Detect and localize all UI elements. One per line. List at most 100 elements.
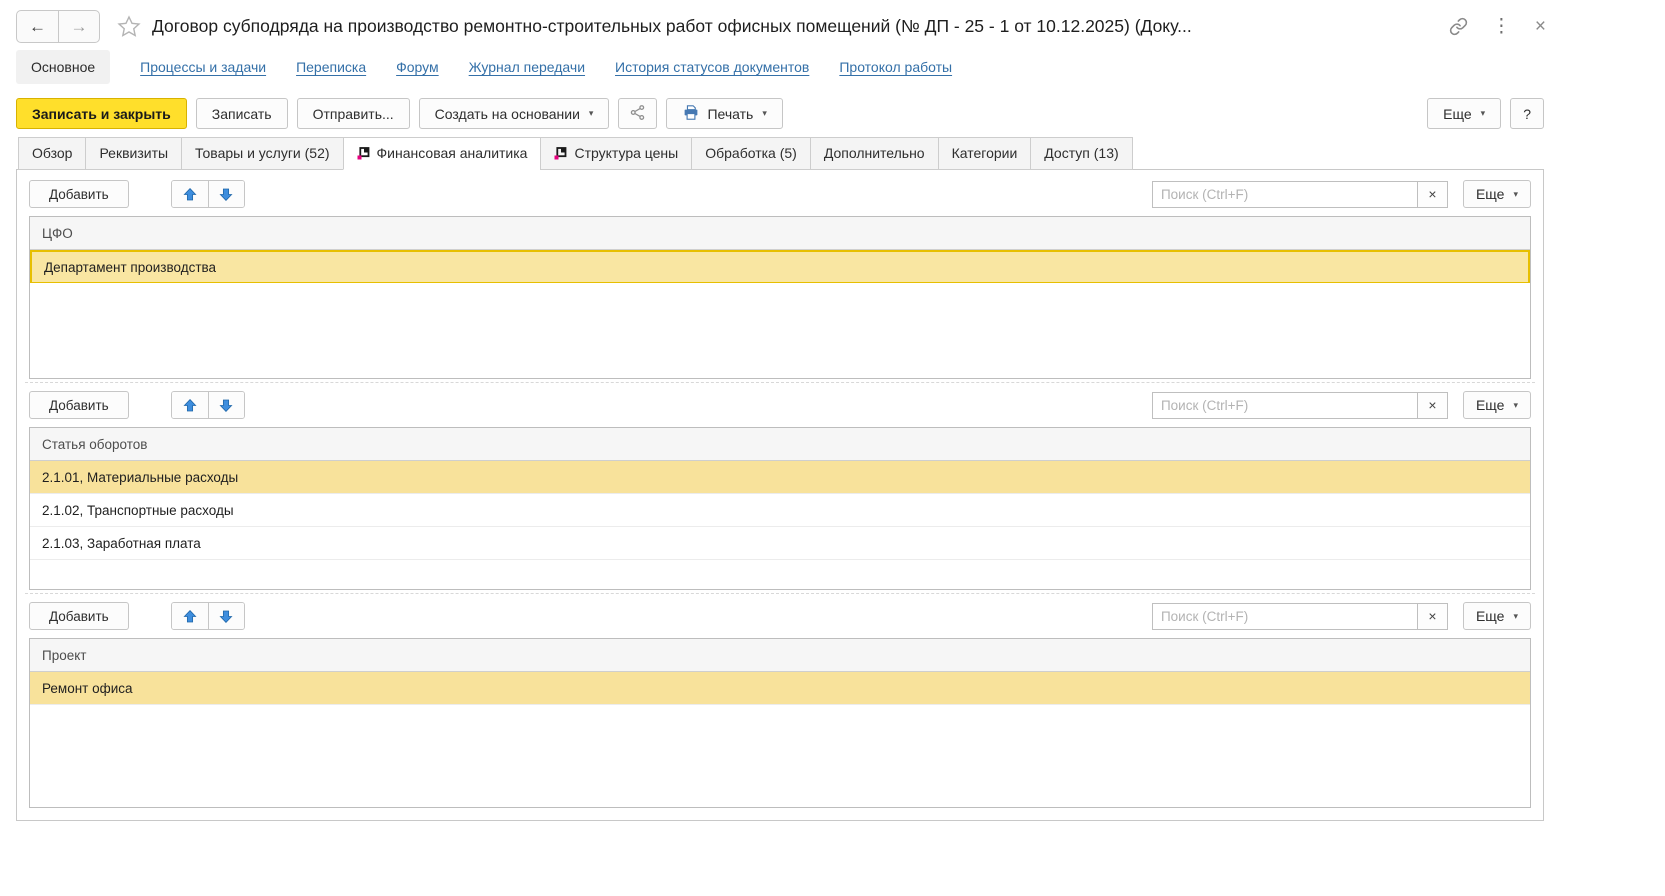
table-row[interactable]: Ремонт офиса xyxy=(30,672,1530,705)
reorder-buttons xyxy=(171,180,245,208)
table-body: Ремонт офиса xyxy=(30,672,1530,807)
get-link-button[interactable] xyxy=(1449,17,1468,36)
printer-icon xyxy=(682,104,700,124)
nav-item-main[interactable]: Основное xyxy=(16,50,110,84)
nav-link-correspondence[interactable]: Переписка xyxy=(296,59,366,75)
more-label: Еще xyxy=(1476,608,1505,624)
link-chain-icon xyxy=(1449,24,1468,39)
tab-label: Реквизиты xyxy=(99,145,168,161)
move-down-button[interactable] xyxy=(208,392,244,418)
move-up-button[interactable] xyxy=(172,392,208,418)
chevron-down-icon: ▾ xyxy=(589,108,594,119)
search-box: × xyxy=(1152,603,1448,630)
chevron-down-icon: ▾ xyxy=(1513,189,1518,200)
more-label: Еще xyxy=(1476,186,1505,202)
document-window: ← → Договор субподряда на производство р… xyxy=(0,0,1560,821)
titlebar-actions: ⋮ × xyxy=(1449,17,1546,36)
modified-table-icon xyxy=(554,147,567,160)
column-header[interactable]: Проект xyxy=(30,639,1530,672)
section-project: Добавить × Еще ▾ Проект Ремонт оф xyxy=(29,594,1531,808)
chevron-down-icon: ▾ xyxy=(1481,108,1486,119)
nav-link-status-history[interactable]: История статусов документов xyxy=(615,59,809,75)
tab-label: Обработка (5) xyxy=(705,145,797,161)
table-row[interactable]: 2.1.03, Заработная плата xyxy=(30,527,1530,560)
tab-requisites[interactable]: Реквизиты xyxy=(85,137,181,170)
tab-bar: Обзор Реквизиты Товары и услуги (52) Фин… xyxy=(0,137,1560,170)
turnover-table: Статья оборотов 2.1.01, Материальные рас… xyxy=(29,427,1531,590)
more-commands-button[interactable]: Еще ▾ xyxy=(1427,98,1501,129)
arrow-up-icon xyxy=(183,401,197,416)
project-toolbar: Добавить × Еще ▾ xyxy=(29,594,1531,638)
clear-search-button[interactable]: × xyxy=(1418,603,1448,630)
cfo-toolbar: Добавить × Еще ▾ xyxy=(29,172,1531,216)
save-button[interactable]: Записать xyxy=(196,98,288,129)
share-button[interactable] xyxy=(618,98,657,129)
save-and-close-button[interactable]: Записать и закрыть xyxy=(16,98,187,129)
create-based-on-label: Создать на основании xyxy=(435,106,580,122)
tab-goods-services[interactable]: Товары и услуги (52) xyxy=(181,137,342,170)
tab-access[interactable]: Доступ (13) xyxy=(1030,137,1132,170)
nav-link-processes[interactable]: Процессы и задачи xyxy=(140,59,266,75)
move-up-button[interactable] xyxy=(172,181,208,207)
nav-link-work-protocol[interactable]: Протокол работы xyxy=(839,59,952,75)
tab-additional[interactable]: Дополнительно xyxy=(810,137,938,170)
search-input[interactable] xyxy=(1152,181,1418,208)
arrow-up-icon xyxy=(183,190,197,205)
column-header[interactable]: Статья оборотов xyxy=(30,428,1530,461)
forward-button[interactable]: → xyxy=(58,11,99,42)
column-header[interactable]: ЦФО xyxy=(30,217,1530,250)
print-label: Печать xyxy=(707,106,753,122)
table-row[interactable]: 2.1.01, Материальные расходы xyxy=(30,461,1530,494)
favorite-star-icon[interactable] xyxy=(116,14,142,40)
arrow-down-icon xyxy=(219,612,233,627)
create-based-on-button[interactable]: Создать на основании ▾ xyxy=(419,98,610,129)
more-label: Еще xyxy=(1476,397,1505,413)
search-input[interactable] xyxy=(1152,603,1418,630)
back-button[interactable]: ← xyxy=(17,11,58,42)
tab-categories[interactable]: Категории xyxy=(938,137,1031,170)
tab-label: Дополнительно xyxy=(824,145,925,161)
page-title: Договор субподряда на производство ремон… xyxy=(152,16,1437,37)
table-row[interactable]: Департамент производства xyxy=(30,250,1530,283)
move-up-button[interactable] xyxy=(172,603,208,629)
reorder-buttons xyxy=(171,391,245,419)
search-box: × xyxy=(1152,181,1448,208)
back-icon: ← xyxy=(29,17,46,36)
tab-label: Структура цены xyxy=(574,145,678,161)
tab-price-structure[interactable]: Структура цены xyxy=(540,137,691,170)
send-button[interactable]: Отправить... xyxy=(297,98,410,129)
section-nav: Основное Процессы и задачи Переписка Фор… xyxy=(0,48,1560,92)
add-button[interactable]: Добавить xyxy=(29,602,129,630)
move-down-button[interactable] xyxy=(208,603,244,629)
title-bar: ← → Договор субподряда на производство р… xyxy=(0,0,1560,48)
search-input[interactable] xyxy=(1152,392,1418,419)
nav-link-transfer-journal[interactable]: Журнал передачи xyxy=(469,59,585,75)
tab-label: Категории xyxy=(952,145,1018,161)
help-button[interactable]: ? xyxy=(1510,98,1544,129)
table-row[interactable]: 2.1.02, Транспортные расходы xyxy=(30,494,1530,527)
more-button[interactable]: Еще ▾ xyxy=(1463,602,1531,630)
close-icon: × xyxy=(1535,16,1546,37)
more-button[interactable]: Еще ▾ xyxy=(1463,180,1531,208)
arrow-down-icon xyxy=(219,190,233,205)
more-button[interactable]: Еще ▾ xyxy=(1463,391,1531,419)
add-button[interactable]: Добавить xyxy=(29,391,129,419)
search-box: × xyxy=(1152,392,1448,419)
clear-search-button[interactable]: × xyxy=(1418,392,1448,419)
nav-link-forum[interactable]: Форум xyxy=(396,59,439,75)
tab-overview[interactable]: Обзор xyxy=(18,137,85,170)
print-button[interactable]: Печать ▾ xyxy=(666,98,782,129)
section-turnover-item: Добавить × Еще ▾ Статья оборотов xyxy=(29,383,1531,590)
tab-label: Товары и услуги (52) xyxy=(195,145,329,161)
arrow-up-icon xyxy=(183,612,197,627)
add-button[interactable]: Добавить xyxy=(29,180,129,208)
turnover-toolbar: Добавить × Еще ▾ xyxy=(29,383,1531,427)
history-nav: ← → xyxy=(16,10,100,43)
command-bar: Записать и закрыть Записать Отправить...… xyxy=(0,92,1560,137)
move-down-button[interactable] xyxy=(208,181,244,207)
clear-search-button[interactable]: × xyxy=(1418,181,1448,208)
chevron-down-icon: ▾ xyxy=(1513,611,1518,622)
kebab-icon: ⋮ xyxy=(1492,16,1511,37)
tab-financial-analytics[interactable]: Финансовая аналитика xyxy=(343,137,541,170)
tab-processing[interactable]: Обработка (5) xyxy=(691,137,810,170)
